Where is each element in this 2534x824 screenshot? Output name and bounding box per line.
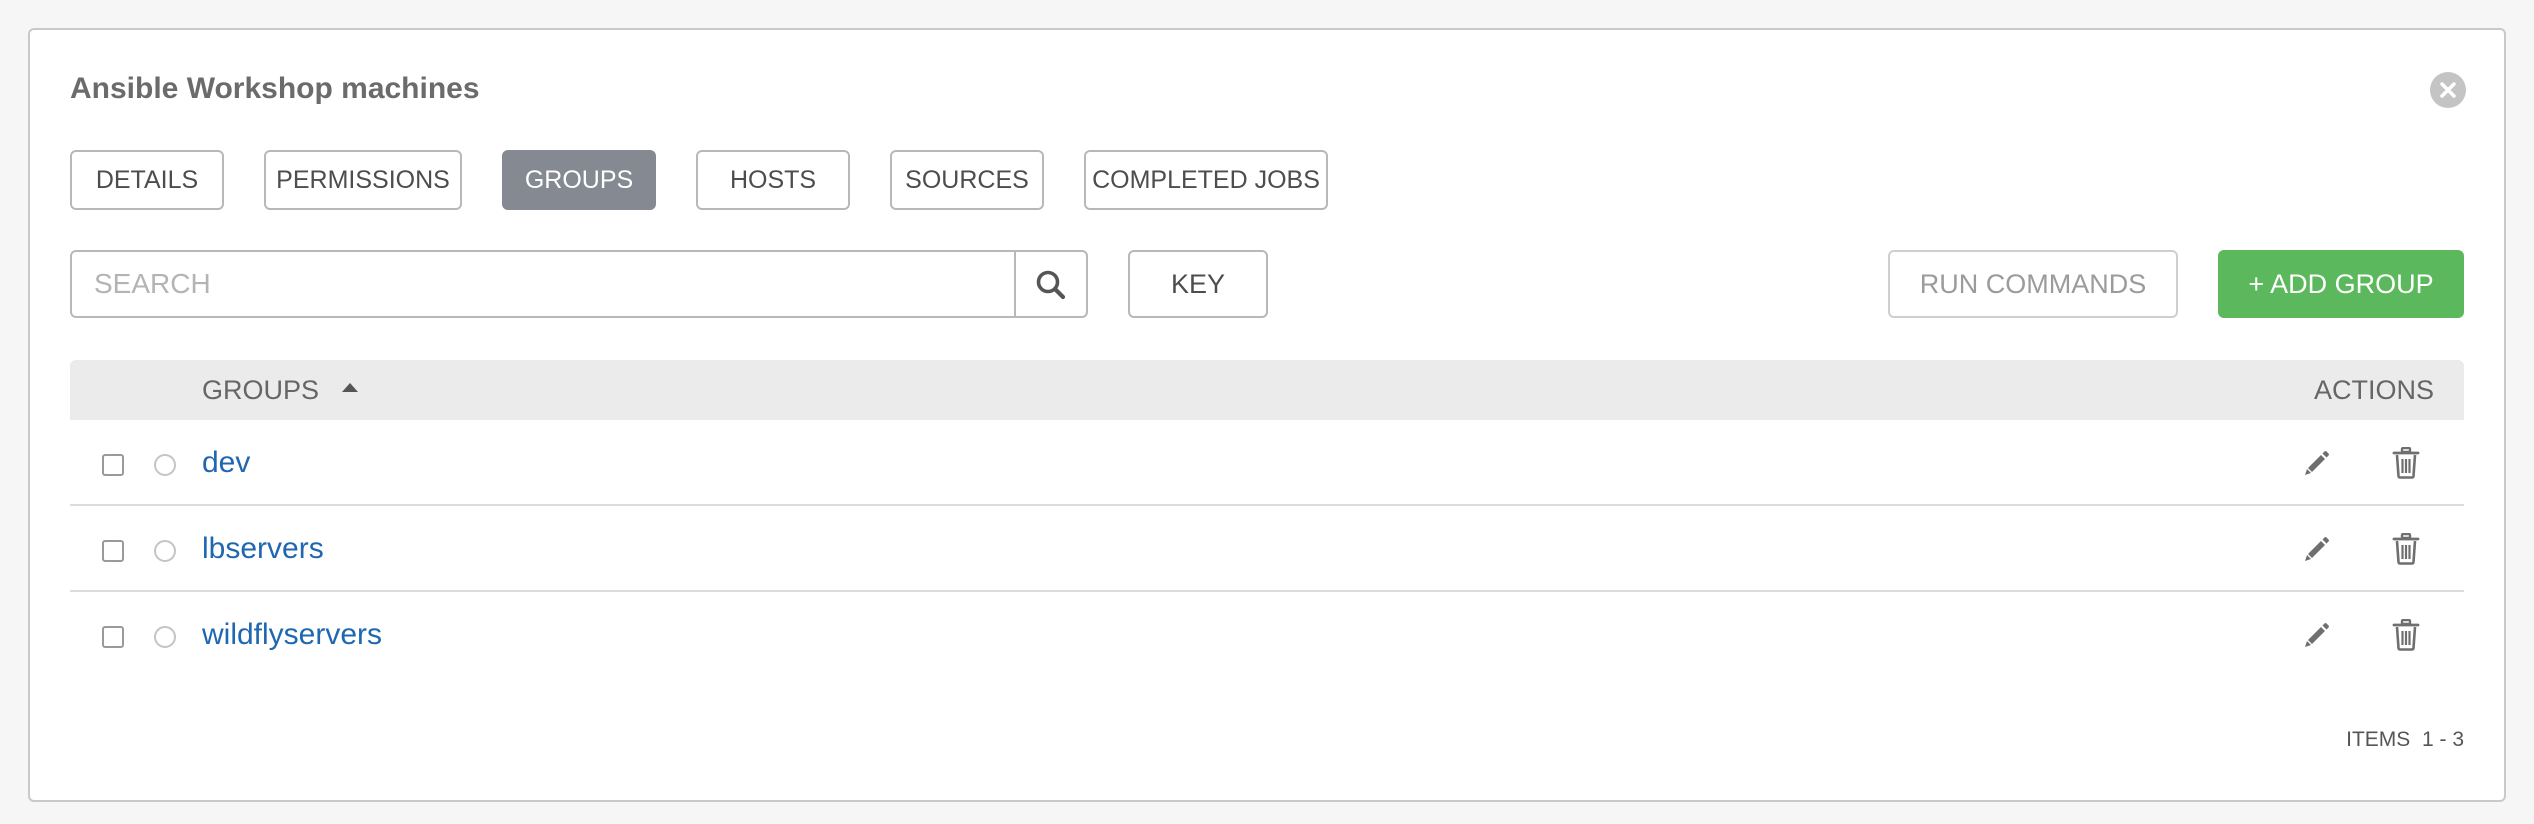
tab-groups[interactable]: GROUPS — [502, 150, 656, 210]
status-icon — [154, 454, 176, 476]
trash-icon[interactable] — [2392, 447, 2420, 479]
table-row: dev — [70, 420, 2464, 506]
groups-column-header[interactable]: GROUPS — [202, 360, 319, 420]
table-header: GROUPS ACTIONS — [70, 360, 2464, 420]
status-icon — [154, 540, 176, 562]
pencil-icon[interactable] — [2302, 534, 2332, 564]
key-button[interactable]: KEY — [1128, 250, 1268, 318]
close-icon[interactable] — [2430, 72, 2466, 108]
tab-permissions[interactable]: PERMISSIONS — [264, 150, 462, 210]
table-row: lbservers — [70, 506, 2464, 592]
tab-completed-jobs[interactable]: COMPLETED JOBS — [1084, 150, 1328, 210]
row-checkbox[interactable] — [102, 626, 124, 648]
tab-sources[interactable]: SOURCES — [890, 150, 1044, 210]
group-name-link[interactable]: dev — [202, 420, 250, 506]
pencil-icon[interactable] — [2302, 620, 2332, 650]
search-button[interactable] — [1014, 252, 1086, 316]
groups-table: GROUPS ACTIONS dev lbservers wildflyserv… — [70, 360, 2464, 678]
inventory-groups-panel: Ansible Workshop machines DETAILS PERMIS… — [28, 28, 2506, 802]
search-input[interactable] — [72, 252, 1016, 316]
search-box — [70, 250, 1088, 318]
run-commands-button[interactable]: RUN COMMANDS — [1888, 250, 2178, 318]
group-name-link[interactable]: wildflyservers — [202, 592, 382, 678]
pencil-icon[interactable] — [2302, 448, 2332, 478]
pagination-items: ITEMS 1 - 3 — [2346, 728, 2464, 751]
group-name-link[interactable]: lbservers — [202, 506, 324, 592]
table-row: wildflyservers — [70, 592, 2464, 678]
tab-details[interactable]: DETAILS — [70, 150, 224, 210]
row-checkbox[interactable] — [102, 454, 124, 476]
trash-icon[interactable] — [2392, 619, 2420, 651]
row-checkbox[interactable] — [102, 540, 124, 562]
sort-ascending-icon[interactable] — [342, 383, 358, 392]
add-group-button[interactable]: + ADD GROUP — [2218, 250, 2464, 318]
panel-title: Ansible Workshop machines — [70, 72, 480, 105]
search-icon — [1036, 270, 1066, 300]
actions-column-header: ACTIONS — [2313, 375, 2434, 405]
trash-icon[interactable] — [2392, 533, 2420, 565]
tab-hosts[interactable]: HOSTS — [696, 150, 850, 210]
status-icon — [154, 626, 176, 648]
